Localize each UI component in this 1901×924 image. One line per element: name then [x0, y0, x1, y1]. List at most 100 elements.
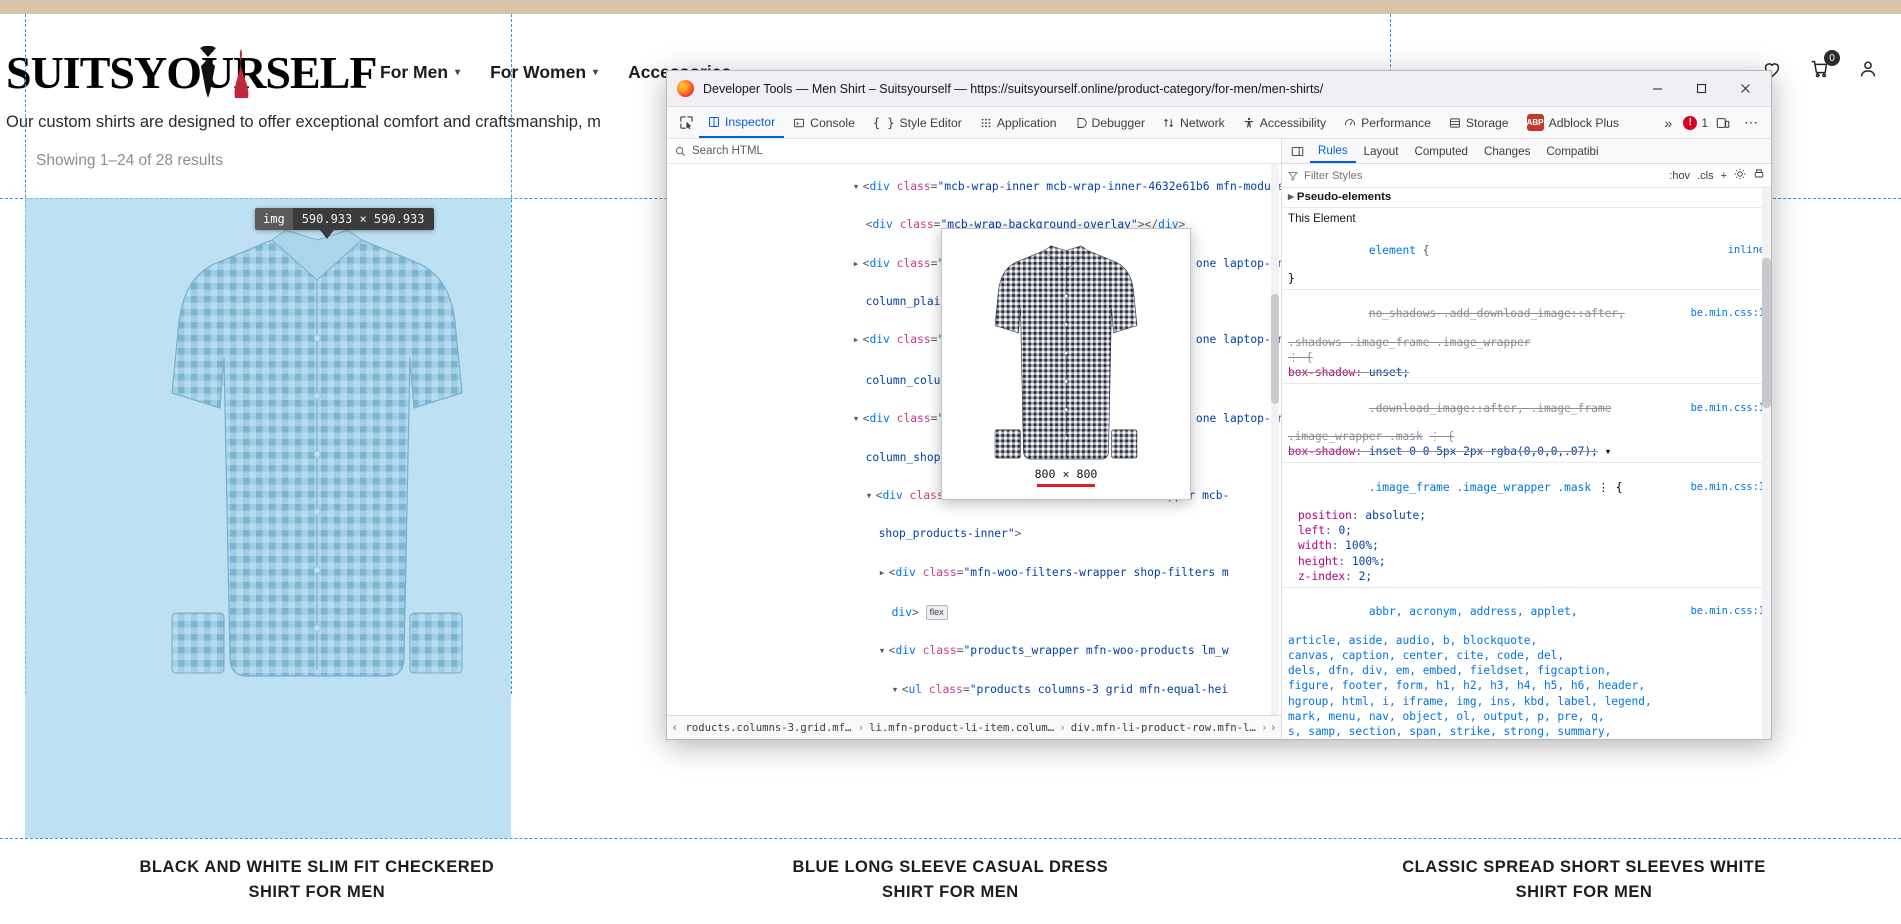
tab-console[interactable]: Console	[784, 107, 864, 138]
filter-swatch-icon[interactable]: ▾	[1605, 445, 1612, 458]
rule-decl[interactable]: width: 100%;	[1282, 538, 1771, 553]
tab-label: Console	[810, 115, 855, 130]
breadcrumb-item[interactable]: roducts.columns-3.grid.mfn-equal-hei…	[681, 722, 858, 734]
rule-decl[interactable]: height: 100%;	[1282, 554, 1771, 569]
rule-source[interactable]: be.min.css:1	[1691, 605, 1765, 618]
element-picker-icon[interactable]	[673, 110, 699, 136]
rule-decl[interactable]: position: absolute;	[1282, 508, 1771, 523]
debugger-icon	[1075, 117, 1087, 129]
hover-states-button[interactable]: :hov	[1669, 170, 1690, 182]
rule-block[interactable]: no_shadows .add_download_image::after, be…	[1282, 293, 1771, 335]
rule-close-brace: }	[1288, 272, 1295, 286]
tab-adblock-plus[interactable]: ABP Adblock Plus	[1518, 107, 1628, 138]
print-preview-icon[interactable]	[1753, 168, 1765, 183]
flex-badge[interactable]: flex	[925, 605, 948, 620]
rule-block[interactable]: .download_image::after, .image_frame be.m…	[1282, 387, 1771, 429]
header-icon-group: 0	[1761, 50, 1879, 80]
rule-source[interactable]: be.min.css:1	[1691, 307, 1765, 320]
rules-scrollbar-thumb[interactable]	[1762, 258, 1771, 408]
classes-button[interactable]: .cls	[1697, 170, 1714, 182]
breadcrumb-scroll-right-icon[interactable]: ›	[1267, 722, 1279, 734]
twisty-closed-icon[interactable]: ▸	[853, 334, 863, 347]
tab-style-editor[interactable]: { } Style Editor	[864, 107, 971, 138]
tab-debugger[interactable]: Debugger	[1066, 107, 1155, 138]
rule-source[interactable]: inline	[1728, 244, 1765, 257]
rule-decl[interactable]: z-index: 2;	[1282, 569, 1771, 584]
breadcrumb-item[interactable]: li.mfn-product-li-item.columns-3.grid.mf…	[864, 722, 1059, 734]
rule-block[interactable]: element {inline	[1282, 229, 1771, 271]
filter-styles-placeholder[interactable]: Filter Styles	[1304, 170, 1362, 182]
markup-scrollbar-track[interactable]	[1271, 164, 1279, 715]
markup-line[interactable]: ▾ <div class="products_wrapper mfn-woo-pr…	[667, 633, 1281, 671]
tab-label: Debugger	[1091, 115, 1146, 130]
rule-source[interactable]: be.min.css:1	[1691, 481, 1765, 494]
product-cell-1[interactable]	[0, 198, 634, 838]
twisty-closed-icon[interactable]: ▸	[1288, 191, 1294, 203]
light-dark-toggle-icon[interactable]	[1734, 168, 1746, 183]
nav-item-for-men[interactable]: For Men ▾	[380, 62, 460, 83]
rule-block[interactable]: .image_frame .image_wrapper .mask ⋮ {be.…	[1282, 466, 1771, 508]
tab-layout[interactable]: Layout	[1356, 139, 1407, 163]
measure-tooltip-arrow	[320, 230, 334, 239]
rules-list[interactable]: ▸ Pseudo-elements This Element element {…	[1282, 188, 1771, 739]
markup-line[interactable]: ::before	[667, 709, 1281, 715]
product-title-1[interactable]: BLACK AND WHITE SLIM FIT CHECKERED SHIRT…	[0, 855, 634, 905]
tab-performance[interactable]: Performance	[1335, 107, 1440, 138]
rule-decl[interactable]: box-shadow: inset 0 0 5px 2px rgba(0,0,0…	[1282, 444, 1771, 459]
close-button[interactable]	[1723, 72, 1767, 106]
twisty-open-icon[interactable]: ▾	[853, 412, 863, 426]
breadcrumb-scroll-left-icon[interactable]: ‹	[669, 722, 681, 734]
twisty-open-icon[interactable]: ▾	[853, 180, 863, 194]
rule-decl[interactable]: box-shadow: unset;	[1282, 365, 1771, 380]
account-icon[interactable]	[1857, 58, 1879, 80]
product-title-2[interactable]: BLUE LONG SLEEVE CASUAL DRESS SHIRT FOR …	[634, 855, 1268, 905]
maximize-button[interactable]	[1679, 72, 1723, 106]
product-title-line2: SHIRT FOR MEN	[1515, 883, 1653, 901]
devtools-settings-menu-button[interactable]: ⋯	[1738, 110, 1764, 136]
markup-line[interactable]: ▸ <div class="mfn-woo-filters-wrapper sho…	[667, 554, 1281, 592]
rule-block[interactable]: abbr, acronym, address, applet, be.min.cs…	[1282, 591, 1771, 633]
toggle-sidebar-icon[interactable]	[1284, 138, 1310, 164]
tab-accessibility[interactable]: Accessibility	[1234, 107, 1335, 138]
minimize-button[interactable]	[1635, 72, 1679, 106]
rule-selector[interactable]: element	[1369, 244, 1416, 257]
markup-scrollbar-thumb[interactable]	[1271, 294, 1279, 404]
tab-network[interactable]: Network	[1154, 107, 1234, 138]
responsive-design-mode-icon[interactable]	[1710, 110, 1736, 136]
twisty-open-icon[interactable]: ▾	[866, 489, 876, 503]
twisty-open-icon[interactable]: ▾	[892, 683, 902, 697]
tab-computed[interactable]: Computed	[1406, 139, 1476, 163]
cart-icon[interactable]: 0	[1809, 50, 1840, 80]
rule-selector-cont: figure, footer, form, h1, h2, h3, h4, h5…	[1288, 679, 1645, 693]
rule-selector[interactable]: no_shadows .add_download_image::after,	[1369, 307, 1625, 320]
firefox-logo-icon	[677, 80, 694, 97]
twisty-closed-icon[interactable]: ▸	[853, 257, 863, 271]
nav-label: For Men	[380, 62, 449, 82]
rule-selector-cont: dels, dfn, div, em, embed, fieldset, fig…	[1288, 664, 1612, 678]
devtools-titlebar[interactable]: Developer Tools — Men Shirt – Suitsyours…	[667, 71, 1771, 107]
add-rule-button[interactable]: +	[1721, 170, 1727, 182]
tab-rules[interactable]: Rules	[1310, 139, 1356, 163]
search-html-row[interactable]: Search HTML	[667, 139, 1281, 164]
twisty-open-icon[interactable]: ▾	[879, 645, 889, 658]
rule-source[interactable]: be.min.css:1	[1691, 402, 1765, 415]
twisty-closed-icon[interactable]: ▸	[879, 566, 889, 580]
product-title-3[interactable]: CLASSIC SPREAD SHORT SLEEVES WHITE SHIRT…	[1267, 855, 1901, 905]
tab-label: Network	[1180, 115, 1225, 130]
overflow-tabs-button[interactable]: »	[1655, 110, 1681, 136]
devtools-body: Search HTML ▾ <div class="mcb-wrap-inner …	[667, 139, 1771, 739]
tab-compatibility[interactable]: Compatibi	[1538, 139, 1606, 163]
nav-item-for-women[interactable]: For Women ▾	[490, 62, 598, 83]
breadcrumb-item[interactable]: div.mfn-li-product-row.mfn-li-product-ro…	[1066, 722, 1261, 734]
error-count-badge[interactable]: ! 1	[1683, 115, 1708, 130]
tab-storage[interactable]: Storage	[1440, 107, 1518, 138]
rule-divider	[1282, 289, 1771, 291]
tab-inspector[interactable]: Inspector	[699, 107, 785, 138]
rule-decl[interactable]: left: 0;	[1282, 523, 1771, 538]
markup-line[interactable]: ▾ <ul class="products columns-3 grid mfn-…	[667, 671, 1281, 709]
rule-divider	[1282, 383, 1771, 385]
pseudo-elements-section[interactable]: ▸ Pseudo-elements	[1282, 188, 1771, 207]
tab-application[interactable]: Application	[971, 107, 1066, 138]
tab-changes[interactable]: Changes	[1476, 139, 1538, 163]
markup-line[interactable]: ▾ <div class="mcb-wrap-inner mcb-wrap-inn…	[667, 166, 1281, 206]
